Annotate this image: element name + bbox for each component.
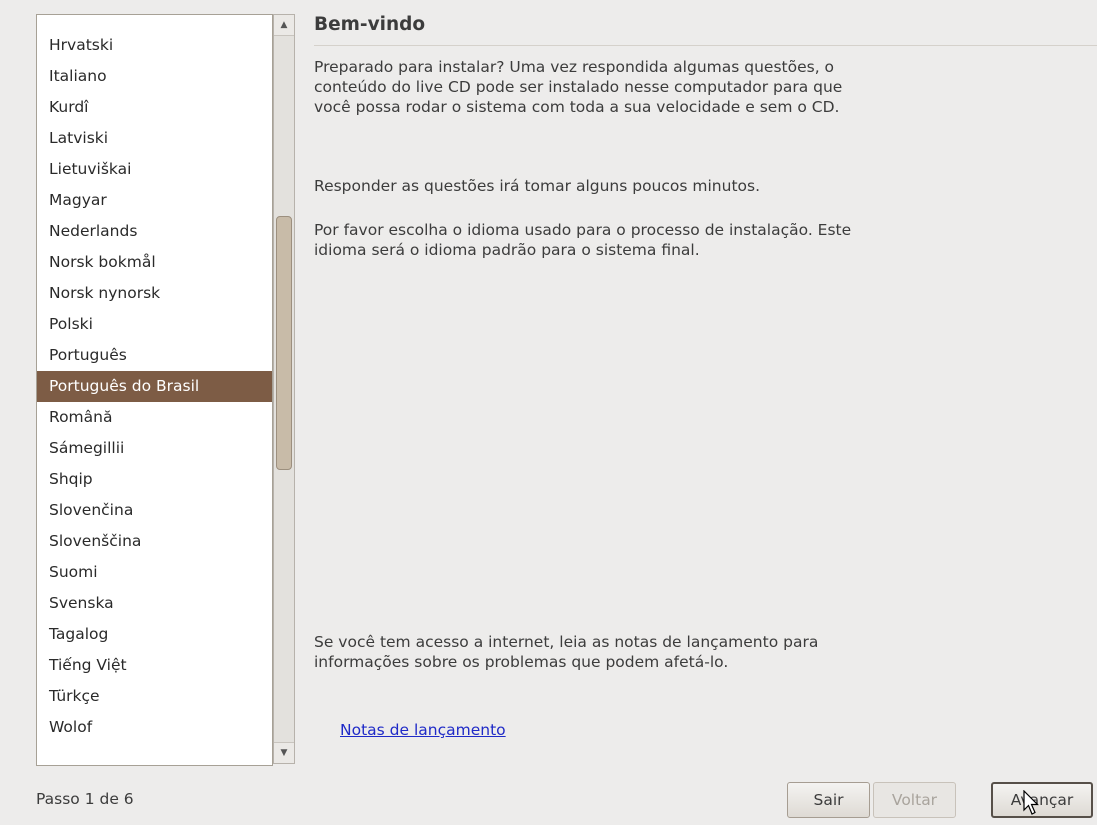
language-item[interactable]: Shqip — [37, 464, 272, 495]
language-item-partial-bottom[interactable] — [37, 743, 272, 765]
language-item[interactable]: Wolof — [37, 712, 272, 743]
language-item[interactable]: Latviski — [37, 123, 272, 154]
language-item[interactable]: Tiếng Việt — [37, 650, 272, 681]
page-title: Bem-vindo — [314, 14, 426, 35]
language-item[interactable]: Norsk bokmål — [37, 247, 272, 278]
time-paragraph: Responder as questões irá tomar alguns p… — [314, 177, 761, 195]
language-item[interactable]: Suomi — [37, 557, 272, 588]
release-notes-link[interactable]: Notas de lançamento — [340, 721, 506, 739]
language-item[interactable]: Polski — [37, 309, 272, 340]
language-item[interactable]: Slovenščina — [37, 526, 272, 557]
language-item-partial-top[interactable] — [37, 15, 272, 30]
language-list-scrollbar[interactable]: ▲ ▼ — [273, 14, 295, 764]
back-button[interactable]: Voltar — [873, 782, 956, 818]
intro-paragraph: Preparado para instalar? Uma vez respond… — [314, 58, 843, 116]
scroll-down-arrow-icon[interactable]: ▼ — [274, 742, 294, 763]
language-item[interactable]: Magyar — [37, 185, 272, 216]
scroll-up-arrow-icon[interactable]: ▲ — [274, 15, 294, 36]
language-item[interactable]: Română — [37, 402, 272, 433]
quit-button[interactable]: Sair — [787, 782, 870, 818]
language-item[interactable]: Lietuviškai — [37, 154, 272, 185]
language-item[interactable]: Nederlands — [37, 216, 272, 247]
language-item[interactable]: Português do Brasil — [37, 371, 272, 402]
language-item[interactable]: Tagalog — [37, 619, 272, 650]
language-item[interactable]: Norsk nynorsk — [37, 278, 272, 309]
language-list-items: Hrvatski Italiano Kurdî Latviski Lietuviškai… — [37, 15, 272, 765]
language-item[interactable]: Slovenčina — [37, 495, 272, 526]
next-button[interactable]: Avançar — [991, 782, 1093, 818]
language-item[interactable]: Türkçe — [37, 681, 272, 712]
language-item[interactable]: Português — [37, 340, 272, 371]
language-item[interactable]: Sámegillii — [37, 433, 272, 464]
language-item[interactable]: Kurdî — [37, 92, 272, 123]
language-item[interactable]: Italiano — [37, 61, 272, 92]
title-divider — [314, 45, 1097, 46]
release-notes-paragraph: Se você tem acesso a internet, leia as n… — [314, 633, 819, 671]
language-item[interactable]: Svenska — [37, 588, 272, 619]
language-list[interactable]: Hrvatski Italiano Kurdî Latviski Lietuviškai… — [36, 14, 273, 766]
scrollbar-thumb[interactable] — [276, 216, 292, 470]
mouse-pointer-icon — [1023, 790, 1039, 815]
language-item[interactable]: Hrvatski — [37, 30, 272, 61]
language-choice-paragraph: Por favor escolha o idioma usado para o … — [314, 221, 852, 259]
step-indicator: Passo 1 de 6 — [36, 790, 134, 808]
